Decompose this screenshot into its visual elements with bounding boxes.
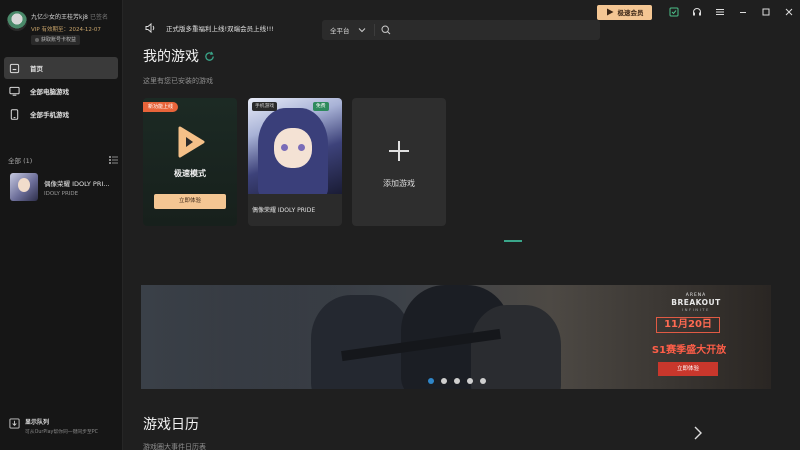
home-icon (9, 63, 20, 73)
speed-mode-label: 极速模式 (174, 169, 206, 178)
queue-title: 显示队列 (25, 419, 50, 426)
game-card-name: 偶像荣耀 IDOLY PRIDE (252, 207, 316, 214)
plus-icon (389, 141, 409, 161)
pagination-dot[interactable] (441, 378, 447, 384)
get-vip-label: 获取账号卡权益 (41, 37, 77, 43)
search-input[interactable] (396, 26, 597, 34)
pagination-dot[interactable] (480, 378, 486, 384)
avatar[interactable] (7, 11, 27, 31)
checklist-button[interactable] (662, 3, 685, 21)
chevron-down-icon (358, 28, 365, 33)
menu-icon (715, 9, 724, 15)
banner-try-button[interactable]: 立即体验 (658, 362, 718, 376)
announcement-text: 正式版多重福利上线!双端会员上线!!! (166, 25, 274, 33)
announcement[interactable]: 正式版多重福利上线!双端会员上线!!! (144, 22, 274, 34)
search-icon[interactable] (380, 25, 391, 35)
minimize-icon (739, 12, 746, 13)
sidebar-item-label: 全部手机游戏 (30, 111, 69, 119)
page-title: 我的游戏 (143, 49, 199, 65)
vip-expiry: VIP 有效期至：2024-12-07 (31, 27, 101, 33)
sidebar-item-label: 首页 (30, 65, 43, 73)
games-page-indicator[interactable] (504, 240, 522, 242)
library-game-item[interactable]: 偶像荣耀 IDOLY PRI... IDOLY PRIDE (10, 172, 120, 202)
game-thumbnail (10, 173, 38, 201)
library-count: 全部 (1) (8, 157, 33, 165)
dot-icon (35, 37, 39, 42)
my-games-title: 我的游戏 (143, 46, 215, 66)
logo-main: BREAKOUT (671, 298, 721, 307)
user-profile[interactable]: 九亿少女的王桂芳kj8 已签名 VIP 有效期至：2024-12-07 获取账号卡… (7, 8, 119, 50)
try-now-button[interactable]: 立即体验 (154, 194, 226, 209)
banner-season: S1赛季盛大开放 (651, 345, 727, 356)
arena-breakout-logo: ARENA BREAKOUT INFINITE (666, 293, 726, 312)
add-game-label: 添加游戏 (383, 179, 415, 188)
add-game-card[interactable]: 添加游戏 (352, 98, 446, 226)
monitor-icon (9, 86, 20, 96)
chevron-right-icon[interactable] (692, 426, 704, 440)
user-name: 九亿少女的王桂芳kj8 已签名 (31, 12, 108, 21)
download-icon (9, 418, 20, 429)
vip-button[interactable]: 极速会员 (597, 4, 652, 20)
user-name-suffix: 已签名 (89, 14, 108, 21)
calendar-subtitle: 游戏圈大事件日历表 (143, 443, 206, 450)
library-header: 全部 (1) (8, 155, 118, 165)
sidebar-item-mobile-games[interactable]: 全部手机游戏 (4, 103, 118, 125)
maximize-button[interactable] (754, 3, 777, 21)
mobile-game-tag: 手机游戏 (252, 102, 278, 111)
sidebar-item-pc-games[interactable]: 全部电脑游戏 (4, 80, 118, 102)
banner-pagination (428, 378, 493, 384)
banner-date: 11月20日 (656, 317, 720, 333)
speaker-icon (145, 22, 155, 34)
menu-button[interactable] (708, 3, 731, 21)
sidebar-item-home[interactable]: 首页 (4, 57, 118, 79)
minimize-button[interactable] (731, 3, 754, 21)
play-icon (606, 8, 613, 16)
promo-banner[interactable]: ARENA BREAKOUT INFINITE 11月20日 S1赛季盛大开放 … (141, 285, 771, 389)
window-controls: 极速会员 (597, 3, 800, 21)
checklist-icon (669, 7, 678, 17)
get-vip-button[interactable]: 获取账号卡权益 (31, 35, 81, 45)
user-name-text: 九亿少女的王桂芳kj8 (31, 14, 88, 21)
close-icon (785, 8, 792, 16)
phone-icon (10, 108, 19, 120)
new-feature-badge: 新功能上线 (143, 102, 179, 112)
pagination-dot[interactable] (428, 378, 434, 384)
my-games-subtitle: 这里有您已安装的游戏 (143, 77, 213, 85)
game-cover-art (248, 98, 342, 194)
sidebar: 九亿少女的王桂芳kj8 已签名 VIP 有效期至：2024-12-07 获取账号卡… (0, 0, 123, 450)
speed-mode-card[interactable]: 新功能上线 极速模式 立即体验 (143, 98, 237, 226)
headset-icon (692, 8, 701, 16)
queue-subtitle: 可从OurPlay帮你同一键同步至PC (25, 430, 99, 435)
calendar-title: 游戏日历 (143, 417, 199, 433)
sidebar-item-label: 全部电脑游戏 (30, 88, 69, 96)
sidebar-nav: 首页 全部电脑游戏 全部手机游戏 (4, 57, 118, 126)
pagination-dot[interactable] (467, 378, 473, 384)
platform-label: 全平台 (330, 27, 350, 35)
game-subtitle: IDOLY PRIDE (44, 190, 79, 197)
game-title: 偶像荣耀 IDOLY PRI... (44, 179, 110, 188)
list-view-icon[interactable] (109, 156, 118, 164)
vip-button-label: 极速会员 (617, 9, 644, 17)
search-bar: 全平台 (322, 20, 600, 40)
free-tag: 免费 (313, 102, 329, 111)
close-button[interactable] (777, 3, 800, 21)
maximize-icon (762, 8, 769, 16)
game-card-idoly-pride[interactable]: 手机游戏 免费 偶像荣耀 IDOLY PRIDE (248, 98, 342, 226)
logo-bottom: INFINITE (682, 307, 710, 312)
display-queue[interactable]: 显示队列 可从OurPlay帮你同一键同步至PC (9, 417, 121, 435)
platform-select[interactable]: 全平台 (322, 24, 375, 36)
pagination-dot[interactable] (454, 378, 460, 384)
speed-play-icon (178, 126, 205, 158)
refresh-icon[interactable] (204, 51, 215, 62)
support-button[interactable] (685, 3, 708, 21)
